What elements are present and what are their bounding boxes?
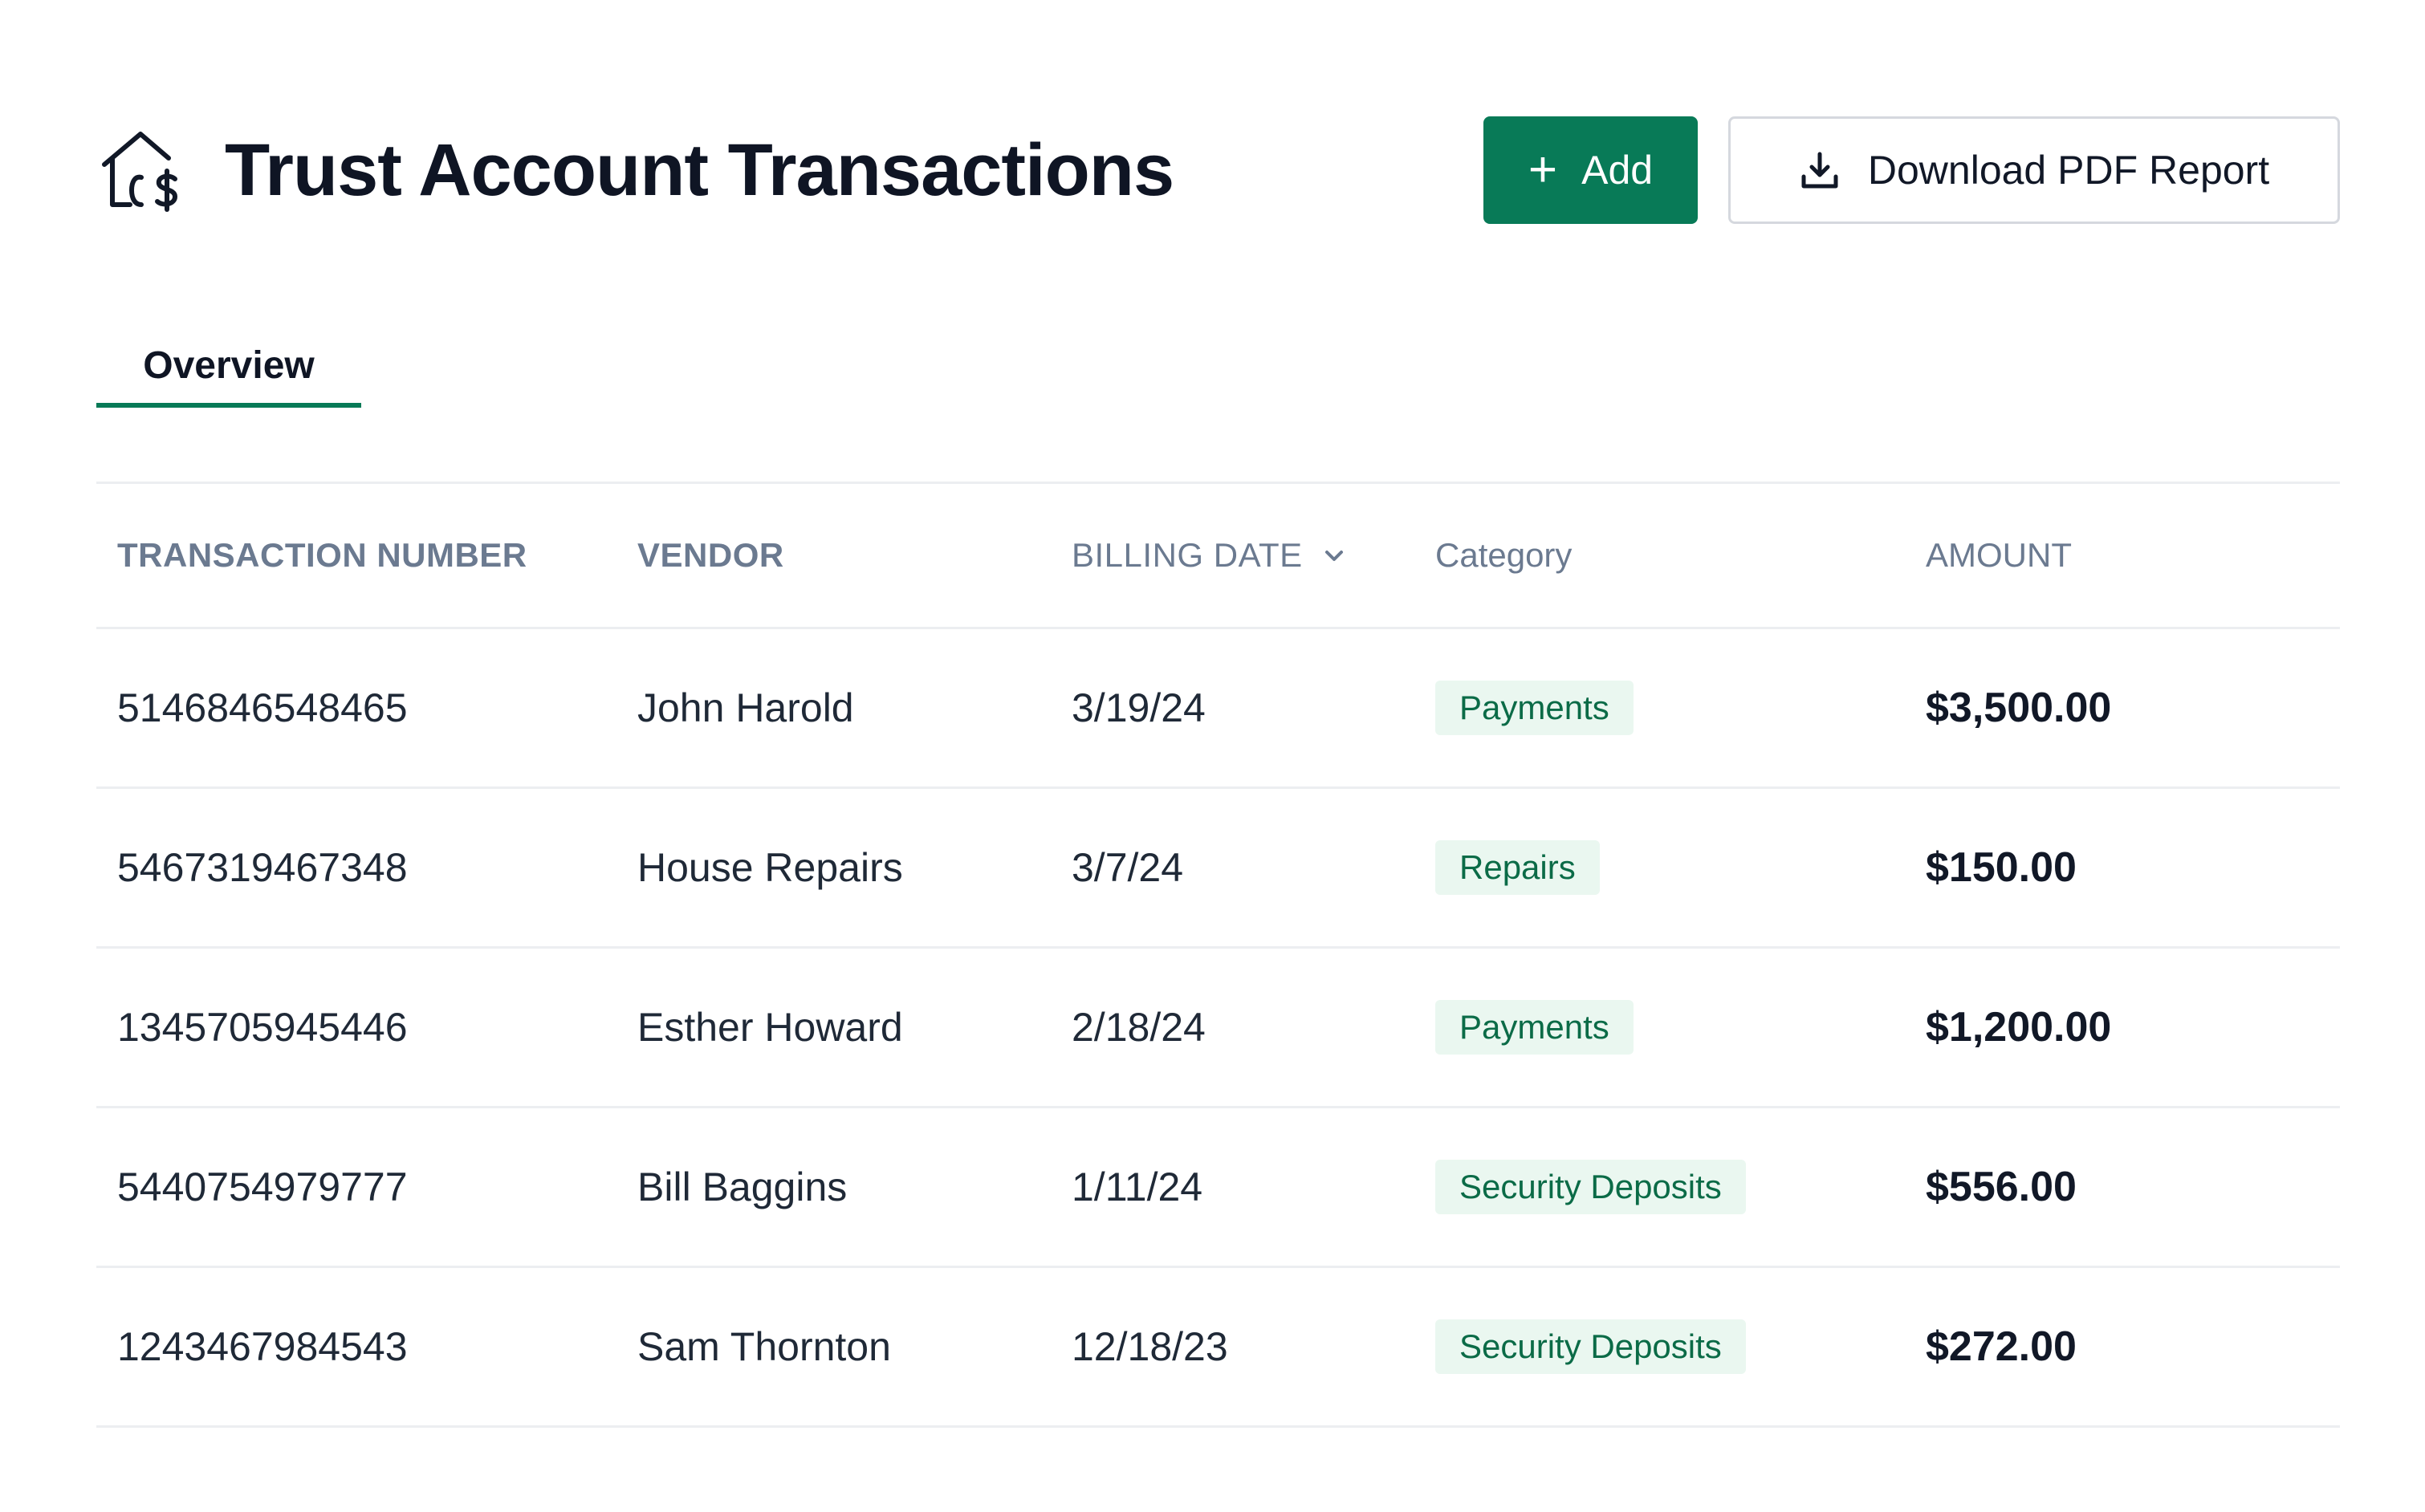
category-cell: Security Deposits <box>1435 1108 1746 1266</box>
category-badge: Security Deposits <box>1435 1160 1746 1214</box>
category-badge: Repairs <box>1435 840 1600 895</box>
amount: $272.00 <box>1926 1323 2077 1370</box>
billing-date: 2/18/24 <box>1072 1005 1206 1050</box>
house-dollar-icon <box>96 126 185 214</box>
billing-date: 12/18/23 <box>1072 1324 1228 1369</box>
category-badge: Payments <box>1435 1000 1634 1055</box>
table-row[interactable]: 5467319467348 House Repairs 3/7/24 Repai… <box>96 789 2340 949</box>
vendor: Bill Baggins <box>637 1164 848 1209</box>
tab-overview-label: Overview <box>143 343 315 387</box>
amount: $3,500.00 <box>1926 685 2112 731</box>
column-header-category: Category <box>1435 536 1573 574</box>
header-actions: + Add Download PDF Report <box>1483 116 2340 224</box>
column-header-transaction-number: TRANSACTION NUMBER <box>117 536 527 574</box>
vendor: Sam Thornton <box>637 1324 891 1369</box>
category-badge: Payments <box>1435 681 1634 735</box>
vendor: John Harold <box>637 685 854 730</box>
download-icon <box>1801 152 1838 189</box>
tab-overview[interactable]: Overview <box>96 327 361 408</box>
table-row[interactable]: 1345705945446 Esther Howard 2/18/24 Paym… <box>96 949 2340 1108</box>
category-badge: Security Deposits <box>1435 1319 1746 1374</box>
add-button-label: Add <box>1581 148 1654 193</box>
billing-date-header-label: BILLING DATE <box>1072 536 1303 574</box>
category-cell: Repairs <box>1435 789 1600 946</box>
transaction-number: 1243467984543 <box>117 1324 408 1369</box>
vendor: Esther Howard <box>637 1005 903 1050</box>
table-header-row: TRANSACTION NUMBER VENDOR BILLING DATE C… <box>96 484 2340 629</box>
amount: $556.00 <box>1926 1164 2077 1210</box>
tab-bar: Overview <box>96 327 2340 408</box>
plus-icon: + <box>1528 142 1558 197</box>
amount: $1,200.00 <box>1926 1004 2112 1051</box>
transaction-number: 5467319467348 <box>117 845 408 890</box>
category-cell: Payments <box>1435 949 1634 1106</box>
billing-date: 3/7/24 <box>1072 845 1184 890</box>
transaction-number: 5146846548465 <box>117 685 408 730</box>
column-header-vendor: VENDOR <box>637 536 784 574</box>
category-cell: Security Deposits <box>1435 1268 1746 1425</box>
page-header: Trust Account Transactions + Add Downloa… <box>96 116 2340 224</box>
category-cell: Payments <box>1435 629 1634 786</box>
download-pdf-report-button[interactable]: Download PDF Report <box>1728 116 2340 224</box>
transaction-number: 5440754979777 <box>117 1164 408 1209</box>
billing-date: 3/19/24 <box>1072 685 1206 730</box>
vendor: House Repairs <box>637 845 903 890</box>
table-row[interactable]: 5146846548465 John Harold 3/19/24 Paymen… <box>96 629 2340 789</box>
table-row[interactable]: 5440754979777 Bill Baggins 1/11/24 Secur… <box>96 1108 2340 1268</box>
column-header-billing-date[interactable]: BILLING DATE <box>1072 484 1348 627</box>
transaction-number: 1345705945446 <box>117 1005 408 1050</box>
transactions-table: TRANSACTION NUMBER VENDOR BILLING DATE C… <box>96 482 2340 1428</box>
chevron-down-icon <box>1324 551 1343 561</box>
amount: $150.00 <box>1926 844 2077 891</box>
add-button[interactable]: + Add <box>1483 116 1698 224</box>
page: Trust Account Transactions + Add Downloa… <box>0 0 2425 1512</box>
download-button-label: Download PDF Report <box>1867 148 2270 193</box>
table-row[interactable]: 1243467984543 Sam Thornton 12/18/23 Secu… <box>96 1268 2340 1428</box>
billing-date: 1/11/24 <box>1072 1164 1203 1209</box>
column-header-amount: AMOUNT <box>1926 536 2072 574</box>
page-title: Trust Account Transactions <box>225 128 1174 211</box>
